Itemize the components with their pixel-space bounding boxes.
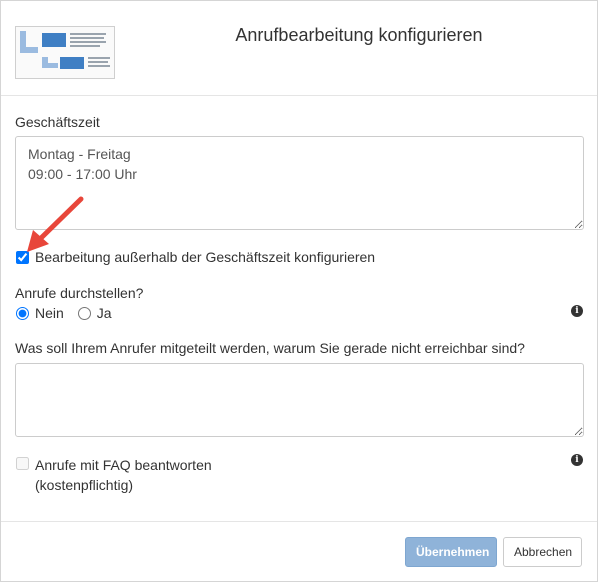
message-textarea[interactable] xyxy=(15,363,584,437)
faq-checkbox[interactable] xyxy=(16,457,29,470)
info-circle-icon[interactable]: i xyxy=(571,454,583,466)
business-hours-label: Geschäftszeit xyxy=(15,114,100,130)
faq-label-line1: Anrufe mit FAQ beantworten xyxy=(35,457,212,473)
apply-button[interactable]: Übernehmen xyxy=(405,537,497,567)
radio-ja[interactable] xyxy=(77,306,91,320)
info-circle-icon[interactable]: i xyxy=(571,305,583,317)
radio-nein[interactable] xyxy=(16,306,29,320)
message-label: Was soll Ihrem Anrufer mitgeteilt werden… xyxy=(15,340,525,356)
faq-label-line2: (kostenpflichtig) xyxy=(35,477,134,493)
business-hours-textarea[interactable] xyxy=(15,136,584,230)
outside-hours-label[interactable]: Bearbeitung außerhalb der Geschäftszeit … xyxy=(35,249,375,265)
config-dialog: Anrufbearbeitung konfigurieren Geschäfts… xyxy=(0,0,598,582)
radio-nein-label[interactable]: Nein xyxy=(35,305,64,321)
annotation-arrow xyxy=(27,196,84,252)
dialog-header: Anrufbearbeitung konfigurieren xyxy=(1,1,597,96)
forward-calls-radio-group: Nein Ja xyxy=(16,305,126,321)
cancel-button[interactable]: Abbrechen xyxy=(503,537,582,567)
radio-ja-label[interactable]: Ja xyxy=(97,305,112,321)
forward-calls-label: Anrufe durchstellen? xyxy=(15,285,144,301)
dialog-title: Anrufbearbeitung konfigurieren xyxy=(235,25,483,45)
faq-label: Anrufe mit FAQ beantworten (kostenpflich… xyxy=(35,455,212,495)
call-flow-thumbnail xyxy=(15,26,115,79)
